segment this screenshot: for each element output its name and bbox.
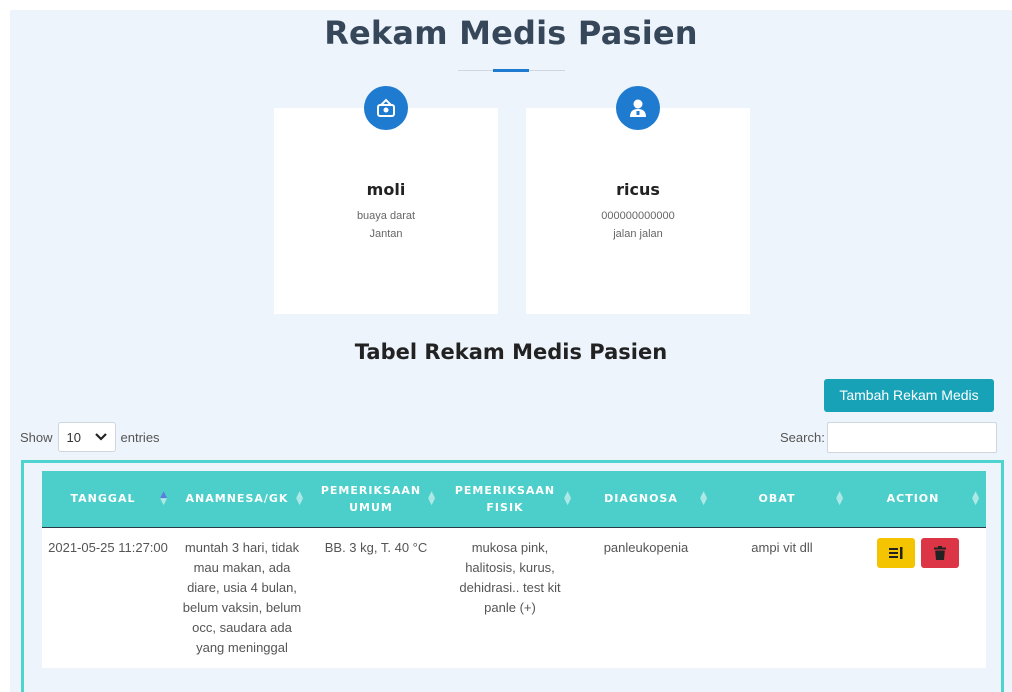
entries-length-control: Show 10 entries [20, 422, 160, 452]
cell-pemeriksaan-fisik: mukosa pink, halitosis, kurus, dehidrasi… [459, 539, 561, 615]
cell-action [850, 527, 986, 668]
table-title: Tabel Rekam Medis Pasien [354, 340, 668, 364]
chevron-down-icon [94, 433, 107, 441]
user-doctor-icon [616, 86, 660, 130]
cell-tanggal: 2021-05-25 11:27:00 [48, 539, 168, 555]
patient-card: moli buaya darat Jantan [274, 86, 498, 314]
cell-obat: ampi vit dll [751, 539, 813, 555]
edit-record-button[interactable] [877, 537, 915, 568]
search-control: Search: [780, 421, 997, 453]
page-title: Rekam Medis Pasien [324, 14, 698, 52]
sort-icon: ▲ ▼ [972, 489, 980, 507]
owner-card: ricus 000000000000 jalan jalan [526, 86, 750, 314]
column-header-obat[interactable]: OBAT ▲ ▼ [714, 471, 850, 528]
edit-list-icon [889, 546, 903, 559]
table-header-row: TANGGAL ▲ ▼ ANAMNESA/GK ▲ ▼ PEMERIKSAAN UMUM… [42, 471, 986, 528]
show-label: Show [20, 429, 53, 445]
column-header-action[interactable]: ACTION ▲ ▼ [850, 471, 986, 528]
sort-icon: ▲ ▼ [700, 489, 708, 507]
delete-record-button[interactable] [921, 537, 959, 568]
cell-anamnesa: muntah 3 hari, tidak mau makan, ada diar… [182, 539, 302, 655]
search-label: Search: [780, 429, 825, 445]
records-table: TANGGAL ▲ ▼ ANAMNESA/GK ▲ ▼ PEMERIKSAAN UMUM… [42, 471, 986, 668]
patient-gender: Jantan [369, 228, 403, 240]
entries-select-value: 10 [66, 429, 81, 445]
owner-name: ricus [616, 180, 660, 199]
sort-icon: ▲ ▼ [296, 489, 304, 507]
entries-select[interactable]: 10 [57, 422, 116, 452]
title-divider-accent [493, 69, 529, 72]
search-input[interactable] [826, 421, 997, 453]
sort-icon: ▲ ▼ [428, 489, 436, 507]
sort-icon: ▲ ▼ [836, 489, 844, 507]
patient-species: buaya darat [356, 210, 416, 222]
table-row: 2021-05-25 11:27:00 muntah 3 hari, tidak… [42, 527, 986, 668]
cell-diagnosa: panleukopenia [603, 539, 689, 555]
trash-icon [934, 545, 946, 560]
column-header-pemeriksaan-umum[interactable]: PEMERIKSAAN UMUM ▲ ▼ [310, 471, 442, 528]
owner-phone: 000000000000 [601, 210, 675, 222]
table-container: TANGGAL ▲ ▼ ANAMNESA/GK ▲ ▼ PEMERIKSAAN UMUM… [21, 460, 1004, 692]
sort-icon: ▲ ▼ [564, 489, 572, 507]
sort-icon: ▲ ▼ [160, 489, 168, 507]
column-header-pemeriksaan-fisik[interactable]: PEMERIKSAAN FISIK ▲ ▼ [442, 471, 578, 528]
column-header-tanggal[interactable]: TANGGAL ▲ ▼ [42, 471, 174, 528]
cell-pemeriksaan-umum: BB. 3 kg, T. 40 °C [324, 539, 428, 555]
column-header-anamnesa[interactable]: ANAMNESA/GK ▲ ▼ [174, 471, 310, 528]
patient-name: moli [366, 180, 406, 199]
pet-carrier-icon [364, 86, 408, 130]
owner-address: jalan jalan [613, 228, 663, 240]
add-record-button[interactable]: Tambah Rekam Medis [824, 379, 994, 412]
entries-label: entries [120, 429, 160, 445]
column-header-diagnosa[interactable]: DIAGNOSA ▲ ▼ [578, 471, 714, 528]
